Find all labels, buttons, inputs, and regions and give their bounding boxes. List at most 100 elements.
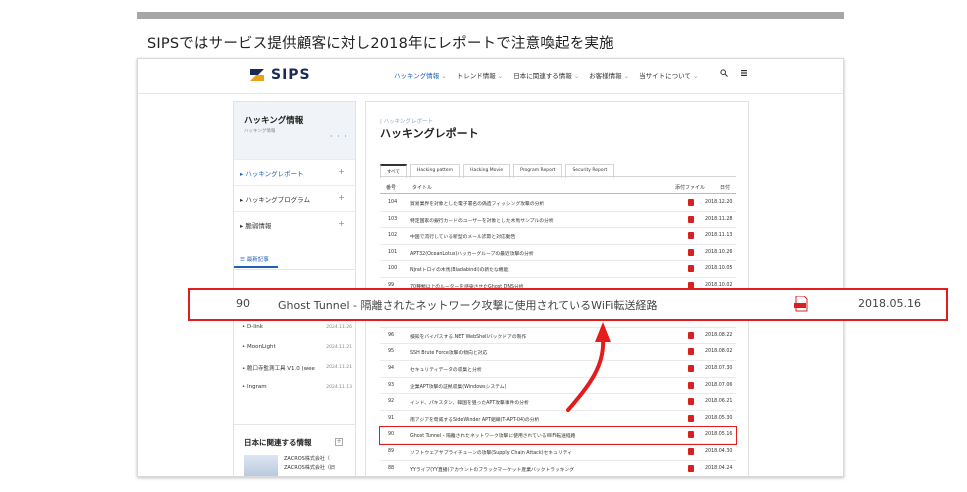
row-title-link[interactable]: 貿易業界を対象とした電子署名の偽造フィッシング攻撃の分析 xyxy=(410,200,544,207)
nav-customer-info[interactable]: お客様情報 ⌄ xyxy=(589,70,629,80)
column-date: 日付 xyxy=(720,185,731,191)
expand-icon[interactable]: + xyxy=(338,167,345,176)
table-row[interactable]: 94 セキュリティデータの収集と分析 2018.07.30 xyxy=(380,361,736,378)
nav-hacking-info[interactable]: ハッキング情報 ⌄ xyxy=(394,70,447,80)
pdf-icon[interactable] xyxy=(688,431,694,439)
table-row[interactable]: 88 YYライブ(YY直播)アカウントのブラックマーケット産業バックトラッキング 2… xyxy=(380,461,736,476)
sidebar-header: ハッキング情報 ハッキング情報 · · · xyxy=(234,102,355,159)
related-item-text[interactable]: ZACROS株式会社（ ZACROS株式会社（旧 xyxy=(284,455,335,473)
pdf-icon[interactable] xyxy=(688,464,694,472)
recent-item[interactable]: • 脆口寺監測工具 V1.0 (wee 2024.11.21 xyxy=(242,364,352,372)
row-number: 90 xyxy=(388,432,395,438)
column-title: タイトル xyxy=(412,185,433,191)
pdf-icon[interactable] xyxy=(688,248,694,256)
pdf-icon[interactable] xyxy=(688,414,694,422)
pdf-icon[interactable] xyxy=(688,215,694,223)
table-row[interactable]: 101 APT32(OceanLotus)ハッカーグループの最近攻撃の分析 2018… xyxy=(380,245,736,262)
row-title-link[interactable]: SSH Brute Force攻撃の傾向と対応 xyxy=(410,349,487,356)
row-date: 2018.11.28 xyxy=(705,216,733,222)
row-title-link[interactable]: 企業APT攻撃の証拠収集(Windowsシステム) xyxy=(410,383,506,390)
top-divider-bar xyxy=(137,12,844,19)
breadcrumb[interactable]: | ハッキングレポート xyxy=(380,117,433,125)
row-title-link[interactable]: 検知をバイパスする.NET WebShellバックドアの製作 xyxy=(410,333,526,340)
row-date: 2018.08.22 xyxy=(705,332,733,338)
column-file: 添付ファイル xyxy=(675,185,706,191)
table-row[interactable]: 102 中国で流行している新型のメール詐欺と対応動告 2018.11.13 xyxy=(380,228,736,245)
row-date: 2018.05.30 xyxy=(705,415,733,421)
sidebar-item-hacking-program[interactable]: ▸ ハッキングプログラム + xyxy=(234,185,355,211)
main-nav: ハッキング情報 ⌄ トレンド情報 ⌄ 日本に関連する情報 ⌄ お客様情報 ⌄ 当サイトに… xyxy=(394,70,708,80)
banner-title[interactable]: Ghost Tunnel - 隔離されたネットワーク攻撃に使用されているWiFi… xyxy=(278,297,657,313)
tab-recent-articles[interactable]: ☰ 最新記事 xyxy=(234,250,278,268)
row-number: 104 xyxy=(388,200,398,205)
highlight-zoom-banner[interactable]: 90 Ghost Tunnel - 隔離されたネットワーク攻撃に使用されているW… xyxy=(188,288,948,321)
pdf-icon[interactable] xyxy=(688,265,694,273)
row-title-link[interactable]: Ghost Tunnel - 隔離されたネットワーク攻撃に使用されているWiFi… xyxy=(410,432,575,439)
related-thumbnail[interactable] xyxy=(244,455,278,476)
table-row[interactable]: 92 インド、パキスタン、韓国を狙ったAPT攻撃事件の分析 2018.06.21 xyxy=(380,394,736,411)
menu-icon[interactable] xyxy=(740,69,748,77)
pdf-icon[interactable] xyxy=(688,381,694,389)
expand-icon[interactable]: + xyxy=(338,193,345,202)
row-number: 94 xyxy=(388,366,395,371)
pdf-icon[interactable] xyxy=(688,398,694,406)
row-title-link[interactable]: 中国で流行している新型のメール詐欺と対応動告 xyxy=(410,233,515,240)
table-row[interactable]: 89 ソフトウェアサプライチェーンの攻撃(Supply Chain Attack)… xyxy=(380,444,736,461)
row-number: 96 xyxy=(388,332,395,338)
recent-item[interactable]: • D-link 2024.11.26 xyxy=(242,324,352,330)
pdf-icon[interactable] xyxy=(688,331,694,339)
row-title-link[interactable]: APT32(OceanLotus)ハッカーグループの最近攻撃の分析 xyxy=(410,250,534,257)
row-date: 2018.04.24 xyxy=(705,465,733,471)
pdf-icon[interactable] xyxy=(688,199,694,206)
sidebar-item-hacking-report[interactable]: ▸ ハッキングレポート + xyxy=(234,159,355,185)
column-no: 番号 xyxy=(386,185,397,191)
row-title-link[interactable]: Njratトロイの木馬(Bladabindi)の新たな機能 xyxy=(410,266,508,273)
banner-number: 90 xyxy=(236,297,250,310)
row-date: 2018.10.26 xyxy=(705,249,733,255)
tab-divider xyxy=(380,176,736,177)
page-title: ハッキングレポート xyxy=(380,127,479,140)
row-title-link[interactable]: インド、パキスタン、韓国を狙ったAPT攻撃事件の分析 xyxy=(410,399,529,406)
row-title-link[interactable]: セキュリティデータの収集と分析 xyxy=(410,366,482,373)
row-title-link[interactable]: YYライブ(YY直播)アカウントのブラックマーケット産業バックトラッキング xyxy=(410,466,574,473)
sidebar-title: ハッキング情報 xyxy=(244,116,304,126)
expand-icon[interactable]: + xyxy=(335,438,343,446)
table-row[interactable]: 91 南アジアを脅威するSideWinder APT組織(T-APT-04)の分析… xyxy=(380,411,736,428)
row-number: 91 xyxy=(388,415,395,421)
nav-trend-info[interactable]: トレンド情報 ⌄ xyxy=(457,70,503,80)
sidebar-item-vulnerability[interactable]: ▸ 脆弱情報 + xyxy=(234,211,355,237)
expand-icon[interactable]: + xyxy=(338,219,345,228)
row-title-link[interactable]: ソフトウェアサプライチェーンの攻撃(Supply Chain Attack)セキ… xyxy=(410,449,572,456)
row-title-link[interactable]: 南アジアを脅威するSideWinder APT組織(T-APT-04)の分析 xyxy=(410,416,539,423)
pdf-icon[interactable] xyxy=(794,296,808,312)
pdf-icon[interactable] xyxy=(688,348,694,356)
table-row[interactable]: 93 企業APT攻撃の証拠収集(Windowsシステム) 2018.07.06 xyxy=(380,378,736,395)
pdf-icon[interactable] xyxy=(688,448,694,455)
recent-item[interactable]: • Ingram 2024.11.13 xyxy=(242,384,352,390)
pdf-icon[interactable] xyxy=(688,365,694,372)
table-row[interactable]: 104 貿易業界を対象とした電子署名の偽造フィッシング攻撃の分析 2018.12.2… xyxy=(380,195,736,212)
nav-japan-info[interactable]: 日本に関連する情報 ⌄ xyxy=(513,70,579,80)
site-logo-text[interactable]: SIPS xyxy=(271,67,311,83)
row-date: 2018.04.30 xyxy=(705,449,733,454)
sips-logo-icon xyxy=(250,69,264,81)
pdf-icon[interactable] xyxy=(688,232,694,240)
decorative-dots-icon: · · · xyxy=(330,132,348,141)
table-row[interactable]: 90 Ghost Tunnel - 隔離されたネットワーク攻撃に使用されているWi… xyxy=(379,426,737,445)
search-icon[interactable] xyxy=(720,69,728,77)
table-row[interactable]: 95 SSH Brute Force攻撃の傾向と対応 2018.08.02 xyxy=(380,344,736,361)
table-row[interactable]: 100 Njratトロイの木馬(Bladabindi)の新たな機能 2018.10.… xyxy=(380,261,736,278)
row-title-link[interactable]: 特定国家の銀行カードのユーザーを対象とした木馬サンプルの分析 xyxy=(410,217,554,224)
nav-about[interactable]: 当サイトについて ⌄ xyxy=(639,70,698,80)
row-number: 100 xyxy=(388,266,398,272)
row-date: 2018.07.30 xyxy=(705,366,733,371)
row-date: 2018.10.05 xyxy=(705,266,733,272)
row-date: 2018.11.13 xyxy=(705,233,733,239)
table-row[interactable]: 103 特定国家の銀行カードのユーザーを対象とした木馬サンプルの分析 2018.11… xyxy=(380,212,736,229)
header-icons xyxy=(720,69,748,77)
website-screenshot: SIPS ハッキング情報 ⌄ トレンド情報 ⌄ 日本に関連する情報 ⌄ お客様情報 ⌄ … xyxy=(137,58,844,477)
table-row[interactable]: 96 検知をバイパスする.NET WebShellバックドアの製作 2018.08.… xyxy=(380,328,736,345)
row-date: 2018.05.16 xyxy=(705,432,733,438)
recent-item[interactable]: • MoonLight 2024.11.21 xyxy=(242,344,352,350)
row-date: 2018.07.06 xyxy=(705,382,733,388)
